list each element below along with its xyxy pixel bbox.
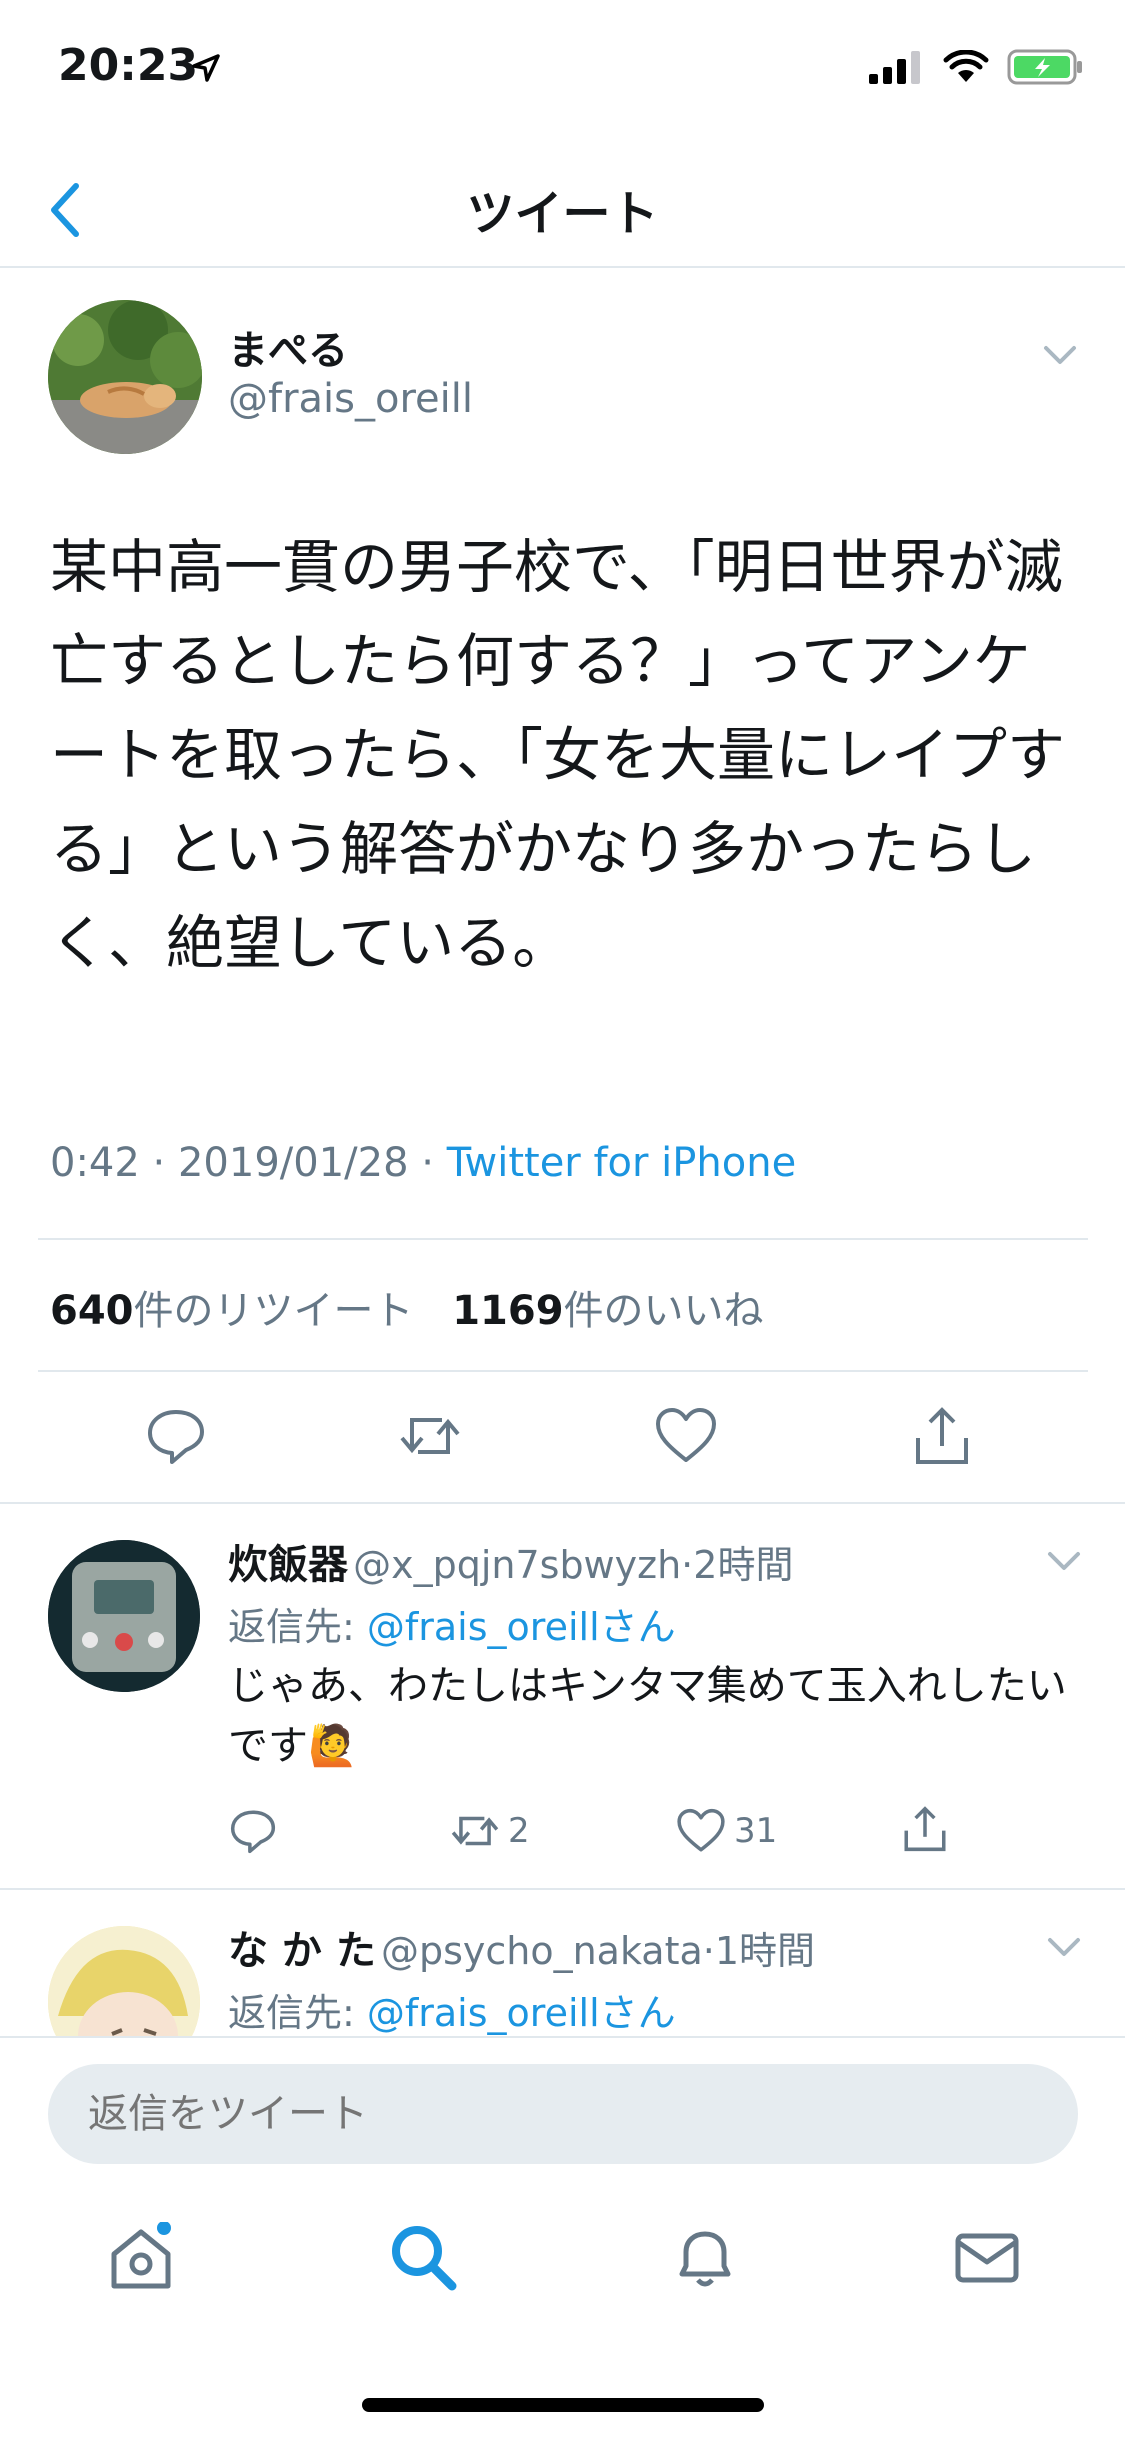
avatar[interactable] <box>48 300 202 454</box>
tweet-stats: 640件のリツイート 1169件のいいね <box>50 1278 764 1336</box>
reply-compose-input[interactable] <box>48 2064 1078 2164</box>
author-handle[interactable]: @frais_oreill <box>228 376 473 422</box>
cellular-signal-icon <box>869 51 920 84</box>
share-icon[interactable] <box>910 1404 974 1468</box>
like-count: 1169 <box>452 1288 564 1334</box>
meta-separator: · <box>139 1140 178 1186</box>
tweet-text: 某中高一貫の男子校で、「明日世界が滅亡するとしたら何する？」ってアンケートを取っ… <box>50 533 1066 977</box>
status-icons <box>869 48 1085 86</box>
divider <box>38 1238 1088 1240</box>
tweet-time: 0:42 <box>50 1140 140 1186</box>
retweet-icon[interactable] <box>398 1404 462 1468</box>
divider <box>0 1888 1125 1890</box>
home-icon[interactable] <box>106 2222 176 2292</box>
meta-separator: · <box>702 1929 715 1973</box>
search-icon[interactable] <box>388 2222 458 2292</box>
home-indicator <box>362 2398 764 2412</box>
nav-bar: ツイート <box>0 150 1125 268</box>
reply-text: じゃあ、わたしはキンタマ集めて玉入れしたいです🙋 <box>228 1663 1067 1769</box>
reply-to: 返信先: @frais_oreillさん <box>228 1982 676 2037</box>
status-time: 20:23 <box>58 40 199 91</box>
reply-header: 炊飯器 @x_pqjn7sbwyzh·2時間 <box>228 1532 793 1590</box>
reply-to-handle-link[interactable]: @frais_oreillさん <box>367 1991 676 2035</box>
reply-age: 2時間 <box>693 1543 794 1587</box>
divider <box>38 1370 1088 1372</box>
avatar-rice-cooker-photo <box>48 1540 200 1692</box>
reply-author-name[interactable]: な か た <box>228 1928 376 1974</box>
reply-header: な か た @psycho_nakata·1時間 <box>228 1918 815 1976</box>
avatar-cat-photo <box>48 300 202 454</box>
reply-to: 返信先: @frais_oreillさん <box>228 1596 676 1651</box>
reply-icon[interactable] <box>228 1806 278 1856</box>
retweet-stat[interactable]: 640件のリツイート <box>50 1288 414 1334</box>
chevron-down-icon[interactable] <box>1040 340 1080 370</box>
like-label: 件のいいね <box>563 1288 764 1334</box>
reply-icon[interactable] <box>144 1404 208 1468</box>
reply-author-name[interactable]: 炊飯器 <box>228 1542 348 1588</box>
wifi-icon <box>943 50 989 82</box>
messages-envelope-icon[interactable] <box>952 2222 1022 2292</box>
page-title: ツイート <box>466 186 659 242</box>
meta-separator: · <box>408 1140 447 1186</box>
like-heart-icon[interactable] <box>654 1404 718 1468</box>
reply-to-prefix: 返信先: <box>228 1605 367 1649</box>
like-action[interactable]: 31 <box>676 1806 777 1856</box>
reply-age: 1時間 <box>714 1929 816 1973</box>
like-count: 31 <box>734 1811 778 1851</box>
battery-charging-icon <box>1007 49 1082 85</box>
tweet-source-link[interactable]: Twitter for iPhone <box>447 1140 797 1186</box>
retweet-icon <box>451 1816 499 1846</box>
retweet-count: 640 <box>50 1288 134 1334</box>
location-arrow-icon <box>192 54 220 82</box>
retweet-action[interactable]: 2 <box>450 1806 530 1856</box>
meta-separator: · <box>681 1543 694 1587</box>
author-name[interactable]: まぺる <box>228 318 348 376</box>
share-icon[interactable] <box>900 1804 950 1854</box>
chevron-down-icon[interactable] <box>1044 1546 1084 1576</box>
like-stat[interactable]: 1169件のいいね <box>452 1288 763 1334</box>
avatar[interactable] <box>48 1540 200 1692</box>
divider <box>0 1502 1125 1504</box>
chevron-down-icon[interactable] <box>1044 1932 1084 1962</box>
reply-to-handle-link[interactable]: @frais_oreillさん <box>367 1605 676 1649</box>
retweet-count: 2 <box>508 1811 530 1851</box>
reply-to-prefix: 返信先: <box>228 1991 367 2035</box>
reply-author-handle[interactable]: @psycho_nakata <box>381 1929 703 1973</box>
retweet-label: 件のリツイート <box>133 1288 414 1334</box>
tweet-meta: 0:42 · 2019/01/28 · Twitter for iPhone <box>50 1140 796 1186</box>
reply-author-handle[interactable]: @x_pqjn7sbwyzh <box>353 1543 681 1587</box>
like-heart-icon <box>677 1808 725 1852</box>
tweet-date: 2019/01/28 <box>177 1140 409 1186</box>
notifications-bell-icon[interactable] <box>670 2222 740 2292</box>
